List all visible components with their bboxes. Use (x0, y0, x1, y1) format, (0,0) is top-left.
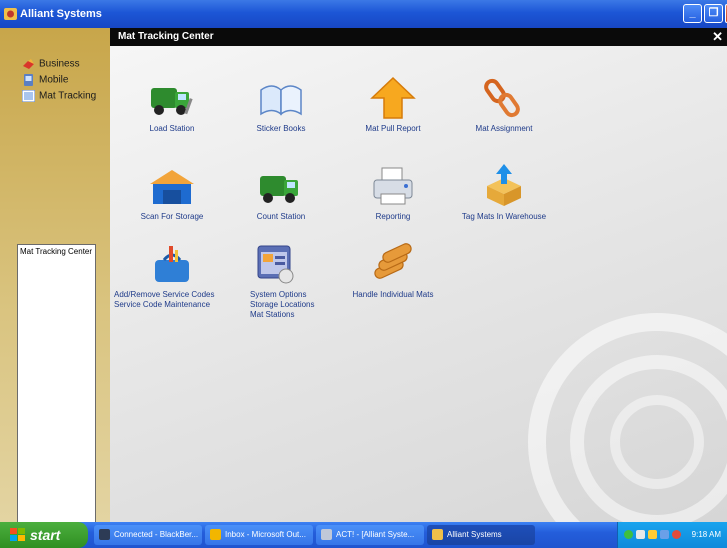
mat-tracking-list[interactable]: Mat Tracking Center (17, 244, 96, 544)
start-label: start (30, 527, 61, 543)
mat-assignment-button[interactable]: Mat Assignment (444, 76, 564, 134)
settings-window-icon (250, 242, 300, 286)
minimize-button[interactable]: _ (683, 4, 702, 23)
box-arrow-icon (444, 164, 564, 208)
taskbar-item-inbox[interactable]: Inbox - Microsoft Out... (205, 525, 313, 545)
tile-label: Reporting (375, 212, 411, 221)
taskbar-item-alliant[interactable]: Alliant Systems (427, 525, 535, 545)
start-button[interactable]: start (0, 522, 88, 548)
main-header: Mat Tracking Center ✕ (110, 28, 727, 46)
sidebar-item-business[interactable]: Business (22, 58, 80, 72)
taskbar-item-blackberry[interactable]: Connected - BlackBer... (94, 525, 202, 545)
warehouse-icon (112, 164, 232, 208)
messenger-icon[interactable] (660, 530, 669, 539)
mobile-icon (22, 74, 35, 86)
security-icon[interactable] (672, 530, 681, 539)
business-icon (22, 58, 35, 70)
sticker-books-button[interactable]: Sticker Books (221, 76, 341, 134)
book-icon (221, 76, 341, 120)
tile-label: Add/Remove Service Codes (114, 290, 215, 299)
taskbar-item-act[interactable]: ACT! - [Alliant Syste... (316, 525, 424, 545)
main-area: Load Station Sticker Books Mat Pull Repo… (110, 46, 727, 522)
sidebar-item-mobile[interactable]: Mobile (22, 74, 68, 88)
page-title: Mat Tracking Center (118, 31, 214, 42)
tray-app-icon[interactable] (648, 530, 657, 539)
scan-for-storage-button[interactable]: Scan For Storage (112, 164, 232, 222)
printer-icon (333, 164, 453, 208)
tile-label: Sticker Books (256, 124, 306, 133)
background-swirl-icon (528, 313, 727, 522)
taskbar-item-label: ACT! - [Alliant Syste... (336, 530, 415, 539)
rolled-mats-icon (333, 242, 453, 286)
tile-label: Load Station (149, 124, 195, 133)
left-panel: Business Mobile Mat Tracking Mat Trackin… (0, 28, 110, 544)
handle-individual-mats-button[interactable]: Handle Individual Mats (333, 242, 453, 300)
mat-pull-report-button[interactable]: Mat Pull Report (333, 76, 453, 134)
taskbar-item-label: Alliant Systems (447, 530, 502, 539)
tile-label: Tag Mats In Warehouse (461, 212, 547, 221)
taskbar: start Connected - BlackBer... Inbox - Mi… (0, 522, 727, 548)
close-panel-icon[interactable]: ✕ (712, 29, 723, 45)
count-station-button[interactable]: Count Station (221, 164, 341, 222)
reporting-button[interactable]: Reporting (333, 164, 453, 222)
chain-link-icon (444, 76, 564, 120)
list-item[interactable]: Mat Tracking Center (20, 247, 93, 256)
tile-label: Handle Individual Mats (352, 290, 434, 299)
tile-label: Scan For Storage (140, 212, 204, 221)
tile-label: Mat Pull Report (365, 124, 421, 133)
tile-label-2: Service Code Maintenance (114, 300, 211, 309)
window-titlebar: Alliant Systems _ ❐ (0, 0, 727, 28)
app-icon (4, 8, 17, 23)
taskbar-item-label: Inbox - Microsoft Out... (225, 530, 306, 539)
tile-label: Count Station (256, 212, 306, 221)
printer-tray-icon[interactable] (636, 530, 645, 539)
tile-label: Mat Assignment (475, 124, 533, 133)
alliant-icon (432, 529, 443, 540)
outlook-icon (210, 529, 221, 540)
network-icon[interactable] (624, 530, 633, 539)
tag-mats-in-warehouse-button[interactable]: Tag Mats In Warehouse (444, 164, 564, 222)
maximize-button[interactable]: ❐ (704, 4, 723, 23)
up-arrow-icon (333, 76, 453, 120)
sidebar-item-label: Mobile (39, 74, 69, 86)
taskbar-item-label: Connected - BlackBer... (114, 530, 199, 539)
windows-logo-icon (10, 528, 26, 545)
tile-label-3: Mat Stations (250, 310, 295, 319)
toolbox-icon (112, 242, 232, 286)
sidebar-item-label: Mat Tracking (39, 90, 97, 102)
mat-tracking-icon (21, 89, 36, 103)
truck-icon (112, 76, 232, 120)
tile-label-2: Storage Locations (250, 300, 315, 309)
sidebar-item-label: Business (39, 58, 80, 70)
truck-icon (221, 164, 341, 208)
system-tray: 9:18 AM (617, 522, 727, 548)
blackberry-icon (99, 529, 110, 540)
act-icon (321, 529, 332, 540)
clock[interactable]: 9:18 AM (692, 530, 721, 539)
load-station-button[interactable]: Load Station (112, 76, 232, 134)
window-title: Alliant Systems (20, 8, 102, 20)
sidebar-item-mat-tracking[interactable]: Mat Tracking (21, 89, 97, 104)
service-codes-button[interactable]: Add/Remove Service Codes Service Code Ma… (112, 242, 232, 310)
